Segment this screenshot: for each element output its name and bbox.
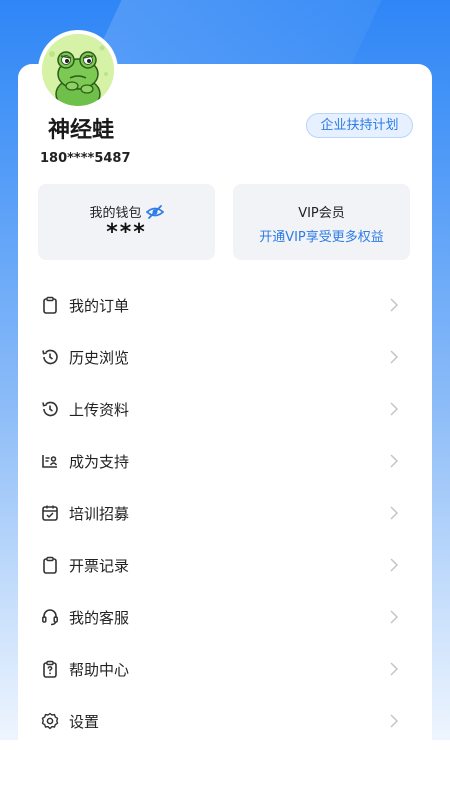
menu-item-help-center[interactable]: 帮助中心 (38, 643, 408, 695)
chevron-right-icon (390, 610, 399, 624)
chevron-right-icon (390, 454, 399, 468)
clipboard-icon (40, 555, 60, 575)
user-phone: 180****5487 (40, 151, 131, 166)
bottom-area (0, 740, 450, 800)
vip-card[interactable]: VIP会员 开通VIP享受更多权益 (233, 184, 410, 260)
menu-item-settings[interactable]: 设置 (38, 695, 408, 747)
chevron-right-icon (390, 506, 399, 520)
chevron-right-icon (390, 662, 399, 676)
menu-item-orders[interactable]: 我的订单 (38, 279, 408, 331)
enterprise-support-button[interactable]: 企业扶持计划 (306, 113, 413, 138)
menu-item-invoices[interactable]: 开票记录 (38, 539, 408, 591)
chevron-right-icon (390, 558, 399, 572)
history-icon (40, 347, 60, 367)
menu-item-label: 我的订单 (69, 296, 130, 315)
headset-icon (40, 607, 60, 627)
vip-subtitle-link[interactable]: 开通VIP享受更多权益 (233, 226, 410, 245)
clipboard-icon (40, 295, 60, 315)
user-name: 神经蛙 (48, 118, 115, 143)
menu-item-label: 历史浏览 (69, 348, 130, 367)
chevron-right-icon (390, 298, 399, 312)
menu-item-label: 设置 (69, 712, 100, 731)
menu-item-support[interactable]: 成为支持 (38, 435, 408, 487)
chevron-right-icon (390, 402, 399, 416)
menu-item-label: 培训招募 (69, 504, 130, 523)
chevron-right-icon (390, 714, 399, 728)
menu-item-label: 上传资料 (69, 400, 130, 419)
wallet-amount: *** (106, 220, 147, 245)
avatar[interactable] (38, 30, 118, 110)
calendar-check-icon (40, 503, 60, 523)
menu-item-label: 成为支持 (69, 452, 130, 471)
wallet-title: 我的钱包 (89, 206, 142, 221)
menu-item-history[interactable]: 历史浏览 (38, 331, 408, 383)
chevron-right-icon (390, 350, 399, 364)
vip-title: VIP会员 (298, 206, 345, 221)
menu-item-label: 我的客服 (69, 608, 130, 627)
help-doc-icon (40, 659, 60, 679)
menu-item-customer-service[interactable]: 我的客服 (38, 591, 408, 643)
gear-icon (40, 711, 60, 731)
history-icon (40, 399, 60, 419)
menu-item-label: 开票记录 (69, 556, 130, 575)
menu-item-label: 帮助中心 (69, 660, 130, 679)
frog-avatar-icon (42, 34, 114, 106)
wallet-card[interactable]: 我的钱包 *** (38, 184, 215, 260)
id-card-icon (40, 451, 60, 471)
menu-item-training[interactable]: 培训招募 (38, 487, 408, 539)
menu-list: 我的订单 历史浏览 上传资料 成为支持 培训招募 开票记录 我的客服 帮助中心 … (38, 279, 408, 747)
menu-item-upload[interactable]: 上传资料 (38, 383, 408, 435)
